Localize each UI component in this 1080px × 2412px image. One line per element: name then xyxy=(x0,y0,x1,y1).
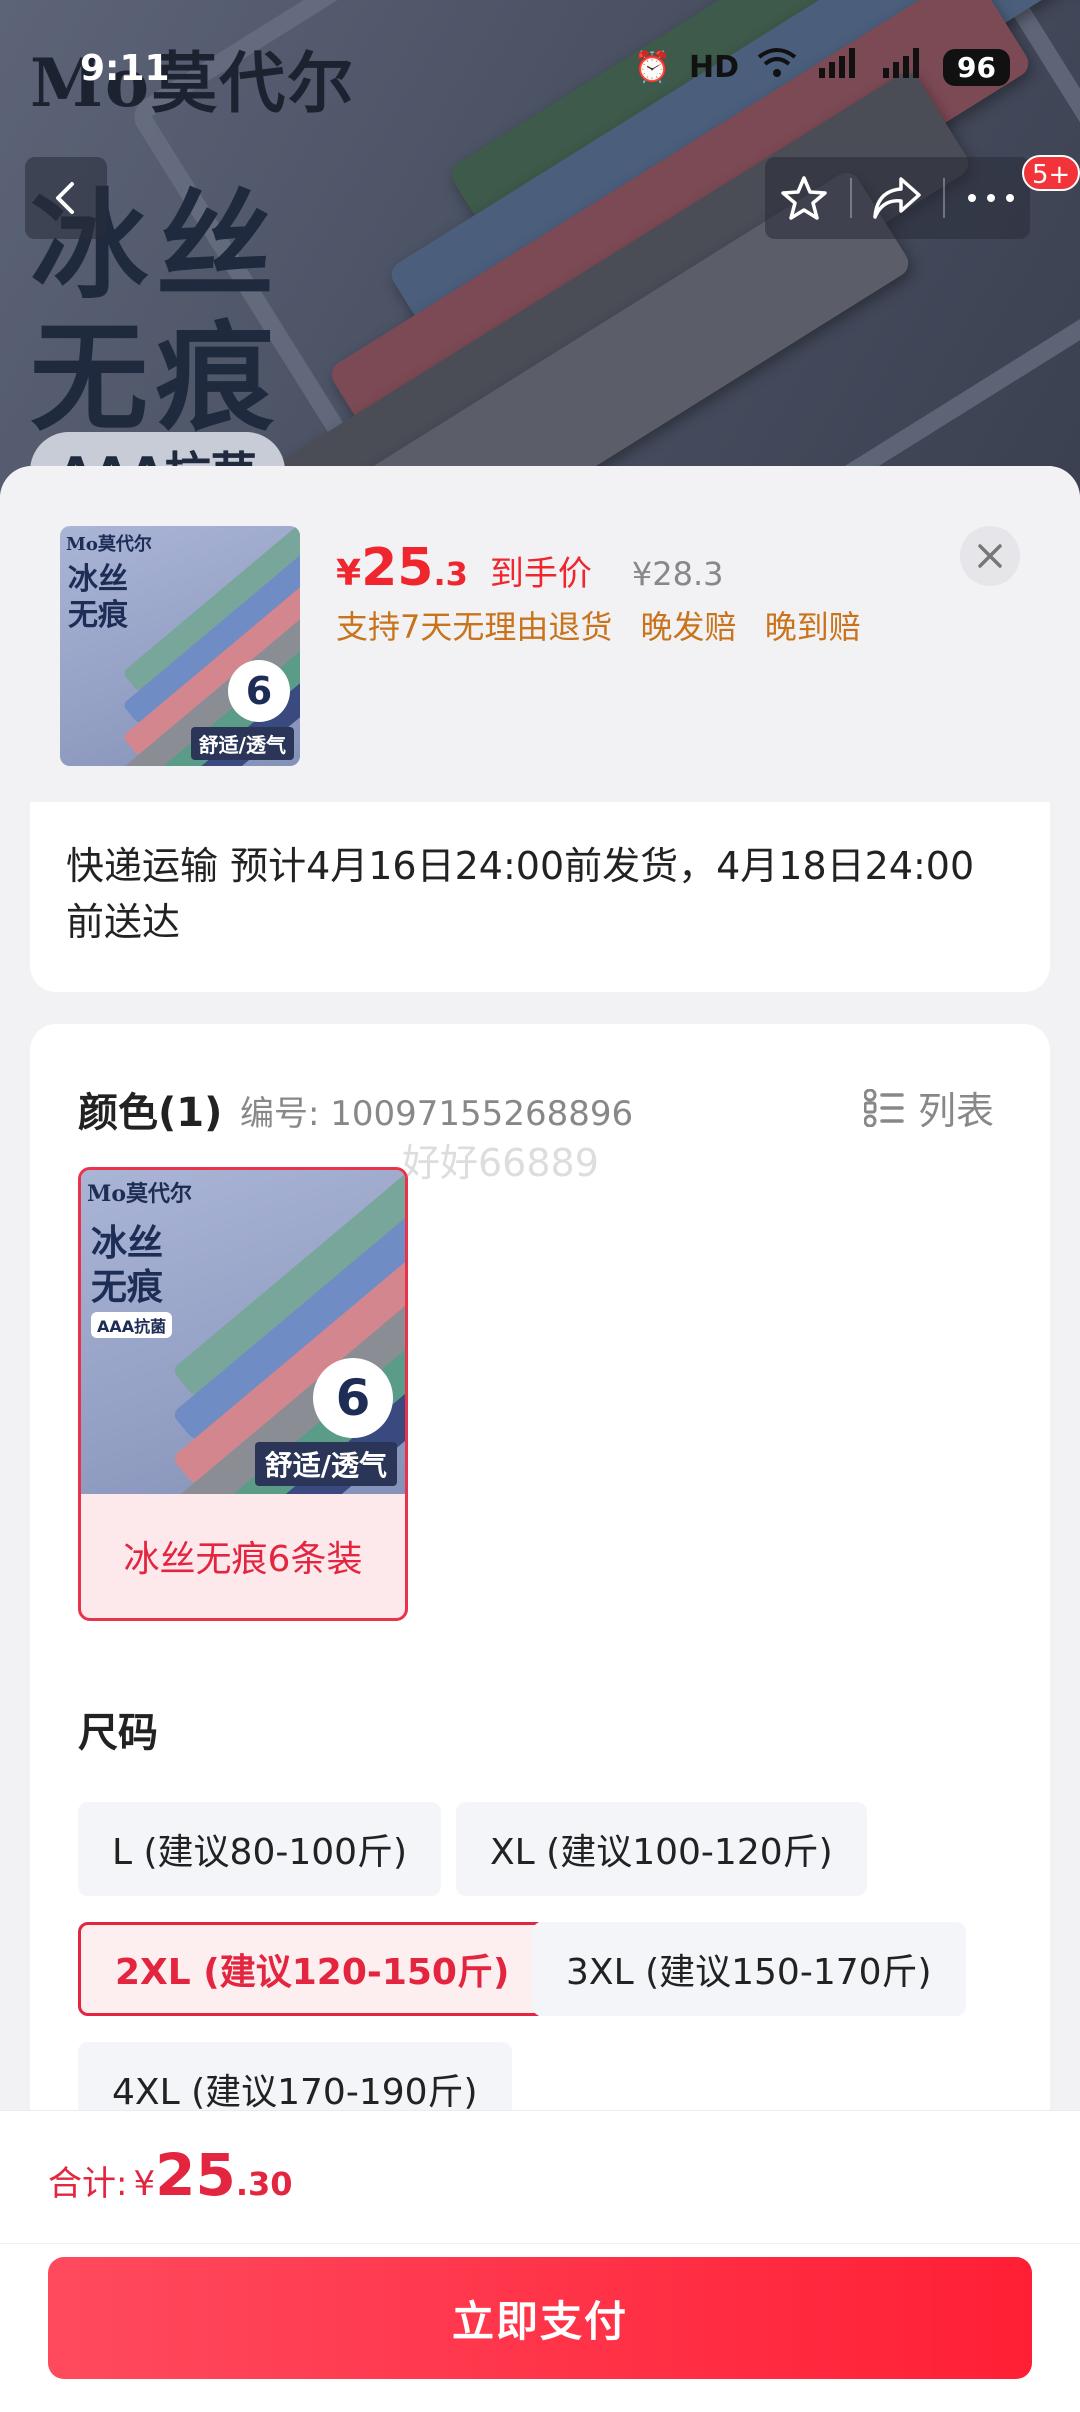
close-button[interactable] xyxy=(960,526,1020,586)
list-view-toggle[interactable]: 列表 xyxy=(864,1080,994,1135)
pay-now-button[interactable]: 立即支付 xyxy=(48,2257,1032,2379)
sheet-header: Mo莫代尔 冰丝 无痕 6 舒适/透气 ¥ 25 .3 到手价 ¥28.3 支持… xyxy=(0,466,1080,802)
service-promises: 支持7天无理由退货 晚发赔 晚到赔 xyxy=(336,602,879,648)
total-label: 合计: xyxy=(48,2164,128,2204)
total-currency: ¥ xyxy=(133,2164,156,2204)
promise-late-ship: 晚发赔 xyxy=(640,608,737,646)
thumb-title: 冰丝 无痕 xyxy=(68,562,128,634)
more-dots-icon xyxy=(968,194,1015,202)
thumb-foot-label: 舒适/透气 xyxy=(190,727,294,760)
color-option-label: 冰丝无痕6条装 xyxy=(123,1539,363,1580)
price-decimal: .3 xyxy=(433,555,468,593)
banner-title-line: 无痕 xyxy=(30,309,283,447)
shipping-estimate: 快递运输 预计4月16日24:00前发货，4月18日24:00前送达 xyxy=(66,844,975,944)
hd-icon: HD xyxy=(689,49,740,85)
price-integer: 25 xyxy=(361,538,434,598)
shipping-card: 快递运输 预计4月16日24:00前发货，4月18日24:00前送达 xyxy=(30,802,1050,992)
checkout-bar: 合计: ¥ 25 .30 立即支付 xyxy=(0,2110,1080,2412)
list-icon xyxy=(864,1088,904,1127)
divider xyxy=(943,178,946,218)
pack-count-badge: 6 xyxy=(313,1358,393,1438)
battery-indicator: 96 xyxy=(943,48,1010,86)
chip-foot-label: 舒适/透气 xyxy=(254,1442,397,1486)
wifi-icon xyxy=(757,47,797,87)
product-code: 编号: 10097155268896 xyxy=(240,1094,634,1134)
pack-count-badge: 6 xyxy=(228,660,290,722)
size-option-3xl[interactable]: 3XL (建议150-170斤) xyxy=(532,1922,966,2016)
promise-return: 支持7天无理由退货 xyxy=(336,608,613,646)
watermark: 好好66889 xyxy=(402,1141,599,1185)
status-bar: 9:11 ⏰ HD 96 xyxy=(0,42,1080,98)
color-option-selected[interactable]: Mo莫代尔 冰丝 无痕 AAA抗菌 6 舒适/透气 冰丝无痕6条装 xyxy=(78,1167,408,1621)
chip-brand: Mo莫代尔 xyxy=(87,1181,193,1207)
thumb-brand: Mo莫代尔 xyxy=(66,534,152,555)
signal-5g-icon xyxy=(815,46,861,88)
share-icon xyxy=(873,177,922,219)
status-icons: ⏰ HD 96 xyxy=(634,46,1010,88)
alarm-icon: ⏰ xyxy=(633,49,672,85)
final-price-tag: 到手价 xyxy=(489,554,592,594)
chevron-left-icon xyxy=(56,182,74,214)
top-action-group xyxy=(765,157,1030,239)
message-badge: 5+ xyxy=(1022,155,1080,191)
chip-title: 冰丝 无痕 xyxy=(91,1222,163,1310)
promise-late-arrival: 晚到赔 xyxy=(764,608,861,646)
status-time: 9:11 xyxy=(80,48,170,89)
more-button[interactable] xyxy=(959,166,1023,230)
star-icon xyxy=(781,176,827,220)
size-option-xl[interactable]: XL (建议100-120斤) xyxy=(456,1802,867,1896)
total-decimal: .30 xyxy=(235,2165,293,2203)
close-icon xyxy=(978,544,1002,568)
size-section-title: 尺码 xyxy=(78,1710,158,1756)
share-button[interactable] xyxy=(865,166,929,230)
thumb-title-line: 冰丝 xyxy=(68,562,128,597)
size-option-l[interactable]: L (建议80-100斤) xyxy=(78,1802,442,1896)
back-button[interactable] xyxy=(25,157,107,239)
chip-subtitle: AAA抗菌 xyxy=(91,1312,173,1338)
size-option-2xl[interactable]: 2XL (建议120-150斤) xyxy=(78,1922,547,2016)
chip-title-line: 无痕 xyxy=(91,1267,164,1308)
thumb-title-line: 无痕 xyxy=(68,598,128,633)
color-option-image: Mo莫代尔 冰丝 无痕 AAA抗菌 6 舒适/透气 xyxy=(81,1170,405,1494)
color-section-title: 颜色(1) xyxy=(78,1090,223,1136)
signal-5g-icon xyxy=(879,46,925,88)
original-price: ¥28.3 xyxy=(631,555,724,593)
list-view-label: 列表 xyxy=(918,1089,995,1133)
chip-title-line: 冰丝 xyxy=(91,1223,164,1264)
favorite-button[interactable] xyxy=(772,166,836,230)
total-integer: 25 xyxy=(155,2141,236,2209)
total-price: 合计: ¥ 25 .30 xyxy=(48,2141,293,2209)
product-thumbnail[interactable]: Mo莫代尔 冰丝 无痕 6 舒适/透气 xyxy=(60,526,300,766)
price-row: ¥ 25 .3 到手价 ¥28.3 xyxy=(336,538,723,598)
divider xyxy=(849,178,852,218)
price-currency: ¥ xyxy=(336,553,362,594)
divider xyxy=(0,2243,1080,2244)
